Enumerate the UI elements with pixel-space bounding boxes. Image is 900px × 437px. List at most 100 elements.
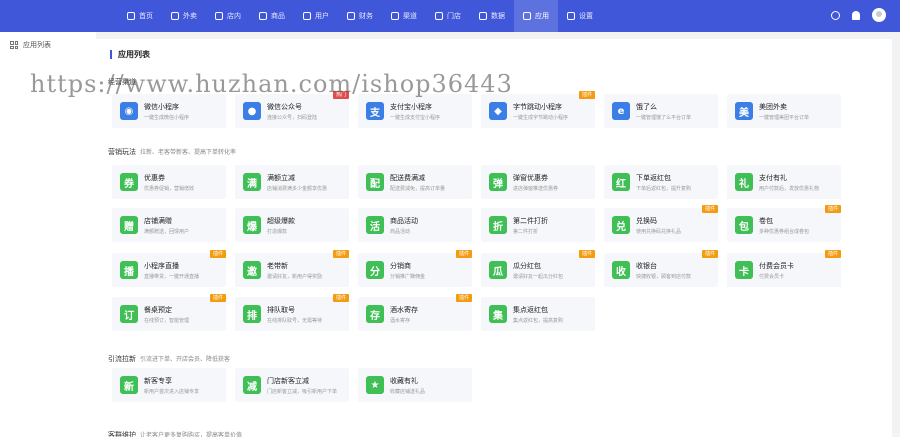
nav-item-finance[interactable]: 财务: [338, 0, 382, 32]
app-card-name: 第二件打折: [513, 217, 548, 225]
app-icon: ★: [366, 376, 384, 394]
app-card-name: 老带新: [267, 262, 288, 270]
nav-item-home[interactable]: 首页: [118, 0, 162, 32]
app-icon: ◉: [120, 102, 138, 120]
app-icon: 券: [120, 173, 138, 191]
app-card[interactable]: ◉ 微信小程序 一键生成微信小程序: [112, 94, 226, 128]
app-card-name: 店铺满赠: [144, 217, 172, 225]
app-card[interactable]: 兑兑换码 使用兑换码兑换礼品 插件: [604, 205, 718, 242]
avatar[interactable]: [872, 8, 886, 22]
app-card-desc: 门店新客立减，吸引新用户下单: [267, 389, 338, 395]
nav-item-takeout[interactable]: 外卖: [162, 0, 206, 32]
search-icon[interactable]: [831, 10, 840, 20]
nav-item-user[interactable]: 用户: [294, 0, 338, 32]
nav-item-shop[interactable]: 门店: [426, 0, 470, 32]
app-card[interactable]: 播小程序直播 直播带货，一键开通直播 插件: [112, 250, 226, 287]
section-title: 引流拉新 引流进下单、开店会员、降低获客: [108, 354, 230, 364]
app-card-name: 门店新客立减: [267, 377, 309, 385]
app-card-desc: 下单后返红包，提升复购: [636, 186, 692, 192]
app-card-name: 微信公众号: [267, 103, 302, 111]
app-icon: 减: [243, 376, 261, 394]
section-subtitle: 让老客户更多复购购买，提高客单价值: [140, 432, 243, 437]
app-card[interactable]: 弹弹窗优惠券 进店弹窗推送优惠券: [481, 165, 595, 199]
app-card-desc: 酒水寄存: [390, 318, 411, 324]
nav-item-label: 数据: [491, 12, 505, 20]
app-card[interactable]: 瓜瓜分红包 邀请好友一起瓜分红包 插件: [481, 250, 595, 287]
app-icon: 弹: [489, 173, 507, 191]
bell-icon[interactable]: [852, 10, 860, 20]
app-card-desc: 在线排队取号，无需等待: [267, 318, 323, 324]
app-card[interactable]: ● 微信公众号 连接公众号，扫码登陆 热门: [235, 91, 349, 128]
finance-icon: [347, 12, 355, 20]
app-card[interactable]: 折第二件打折 第二件打折: [481, 208, 595, 242]
app-card[interactable]: ◆ 字节跳动小程序 一键生成字节跳动小程序 插件: [481, 91, 595, 128]
plugin-badge: 插件: [209, 250, 226, 258]
app-card[interactable]: e 饿了么 一键管理饿了么平台订单: [604, 94, 718, 128]
app-card-name: 支付宝小程序: [390, 103, 432, 111]
sidebar-item-app-list[interactable]: 应用列表: [10, 40, 51, 50]
watermark: https://www.huzhan.com/ishop36443: [30, 70, 513, 98]
app-card[interactable]: 礼支付有礼 用户付款后，发放优惠礼物: [727, 165, 841, 199]
app-card[interactable]: 包卷包 多种优惠券组合成卷包 插件: [727, 205, 841, 242]
app-card[interactable]: 邀老带新 邀请好友，新用户得奖励 插件: [235, 250, 349, 287]
app-card-name: 排队取号: [267, 306, 295, 314]
nav-item-channel[interactable]: 渠道: [382, 0, 426, 32]
app-card[interactable]: 订餐桌预定 在线预订，智能管理 插件: [112, 294, 226, 331]
app-card-desc: 进店弹窗推送优惠券: [513, 186, 559, 192]
app-card[interactable]: 支支付宝小程序 一键生成支付宝小程序: [358, 94, 472, 128]
store-icon: [215, 12, 223, 20]
app-icon: 瓜: [489, 261, 507, 279]
plugin-badge: 插件: [824, 250, 841, 258]
app-card[interactable]: 卡付费会员卡 付费会员卡 插件: [727, 250, 841, 287]
plugin-badge: 插件: [332, 294, 349, 302]
app-card-desc: 用户付款后，发放优惠礼物: [759, 186, 820, 192]
app-icon: 折: [489, 216, 507, 234]
nav-item-label: 财务: [359, 12, 373, 20]
app-card[interactable]: 满满额立减 店铺消费满多少金额享优惠: [235, 165, 349, 199]
app-icon: 卡: [735, 261, 753, 279]
shop-icon: [435, 12, 443, 20]
app-card-name: 超级爆款: [267, 217, 295, 225]
app-card[interactable]: 券优惠券 优惠券促销，营销增效: [112, 165, 226, 199]
app-card[interactable]: 活商品活动 商品活动: [358, 208, 472, 242]
app-icon: 美: [735, 102, 753, 120]
app-card-name: 卷包: [759, 217, 773, 225]
app-card[interactable]: 美美团外卖 一键管理美团平台订单: [727, 94, 841, 128]
app-card[interactable]: 减门店新客立减门店新客立减，吸引新用户下单: [235, 368, 349, 402]
app-card[interactable]: 分分销商 分销推广赚佣金 插件: [358, 250, 472, 287]
app-card-desc: 收藏店铺送礼品: [390, 389, 426, 395]
app-icon: ◆: [489, 102, 507, 120]
app-card-desc: 快捷收银，顾客到店付款: [636, 274, 692, 280]
nav-item-app[interactable]: 应用: [514, 0, 558, 32]
app-card[interactable]: 新新客专享 新用户首次进入店铺专享: [112, 368, 226, 402]
app-card-desc: 一键生成字节跳动小程序: [513, 115, 569, 121]
app-card-name: 分销商: [390, 262, 411, 270]
top-nav-bar: 首页 外卖 店内 商品 用户 财务 渠道 门店 数据 应用 设置: [0, 0, 900, 32]
nav-item-store[interactable]: 店内: [206, 0, 250, 32]
app-icon: 礼: [735, 173, 753, 191]
app-card-name: 瓜分红包: [513, 262, 541, 270]
app-card[interactable]: 红下单返红包 下单后返红包，提升复购: [604, 165, 718, 199]
app-icon: 集: [489, 305, 507, 323]
section-heading: 客群维护: [108, 431, 136, 437]
app-icon: [523, 12, 531, 20]
app-icon: 播: [120, 261, 138, 279]
nav-item-goods[interactable]: 商品: [250, 0, 294, 32]
nav-item-data[interactable]: 数据: [470, 0, 514, 32]
app-card[interactable]: ★ 收藏有礼 收藏店铺送礼品: [358, 368, 472, 402]
home-icon: [127, 12, 135, 20]
app-card[interactable]: 赠店铺满赠 满额赠送，回馈用户: [112, 208, 226, 242]
app-card-desc: 满额赠送，回馈用户: [144, 229, 190, 235]
app-card-name: 满额立减: [267, 174, 295, 182]
app-card-desc: 邀请好友一起瓜分红包: [513, 274, 564, 280]
app-card[interactable]: 存酒水寄存 酒水寄存 插件: [358, 294, 472, 331]
app-card[interactable]: 爆超级爆款 打造爆款: [235, 208, 349, 242]
app-card-desc: 付费会员卡: [759, 274, 785, 280]
sidebar-item-label: 应用列表: [23, 41, 51, 49]
nav-item-settings[interactable]: 设置: [558, 0, 602, 32]
app-card[interactable]: 集集点返红包 集点返红包，提高复购: [481, 297, 595, 331]
app-card[interactable]: 收收银台 快捷收银，顾客到店付款 插件: [604, 250, 718, 287]
app-card[interactable]: 配配送费满减 配送费减免，提高订单量: [358, 165, 472, 199]
section-heading: 营销玩法: [108, 148, 136, 156]
app-card[interactable]: 排排队取号 在线排队取号，无需等待 插件: [235, 294, 349, 331]
